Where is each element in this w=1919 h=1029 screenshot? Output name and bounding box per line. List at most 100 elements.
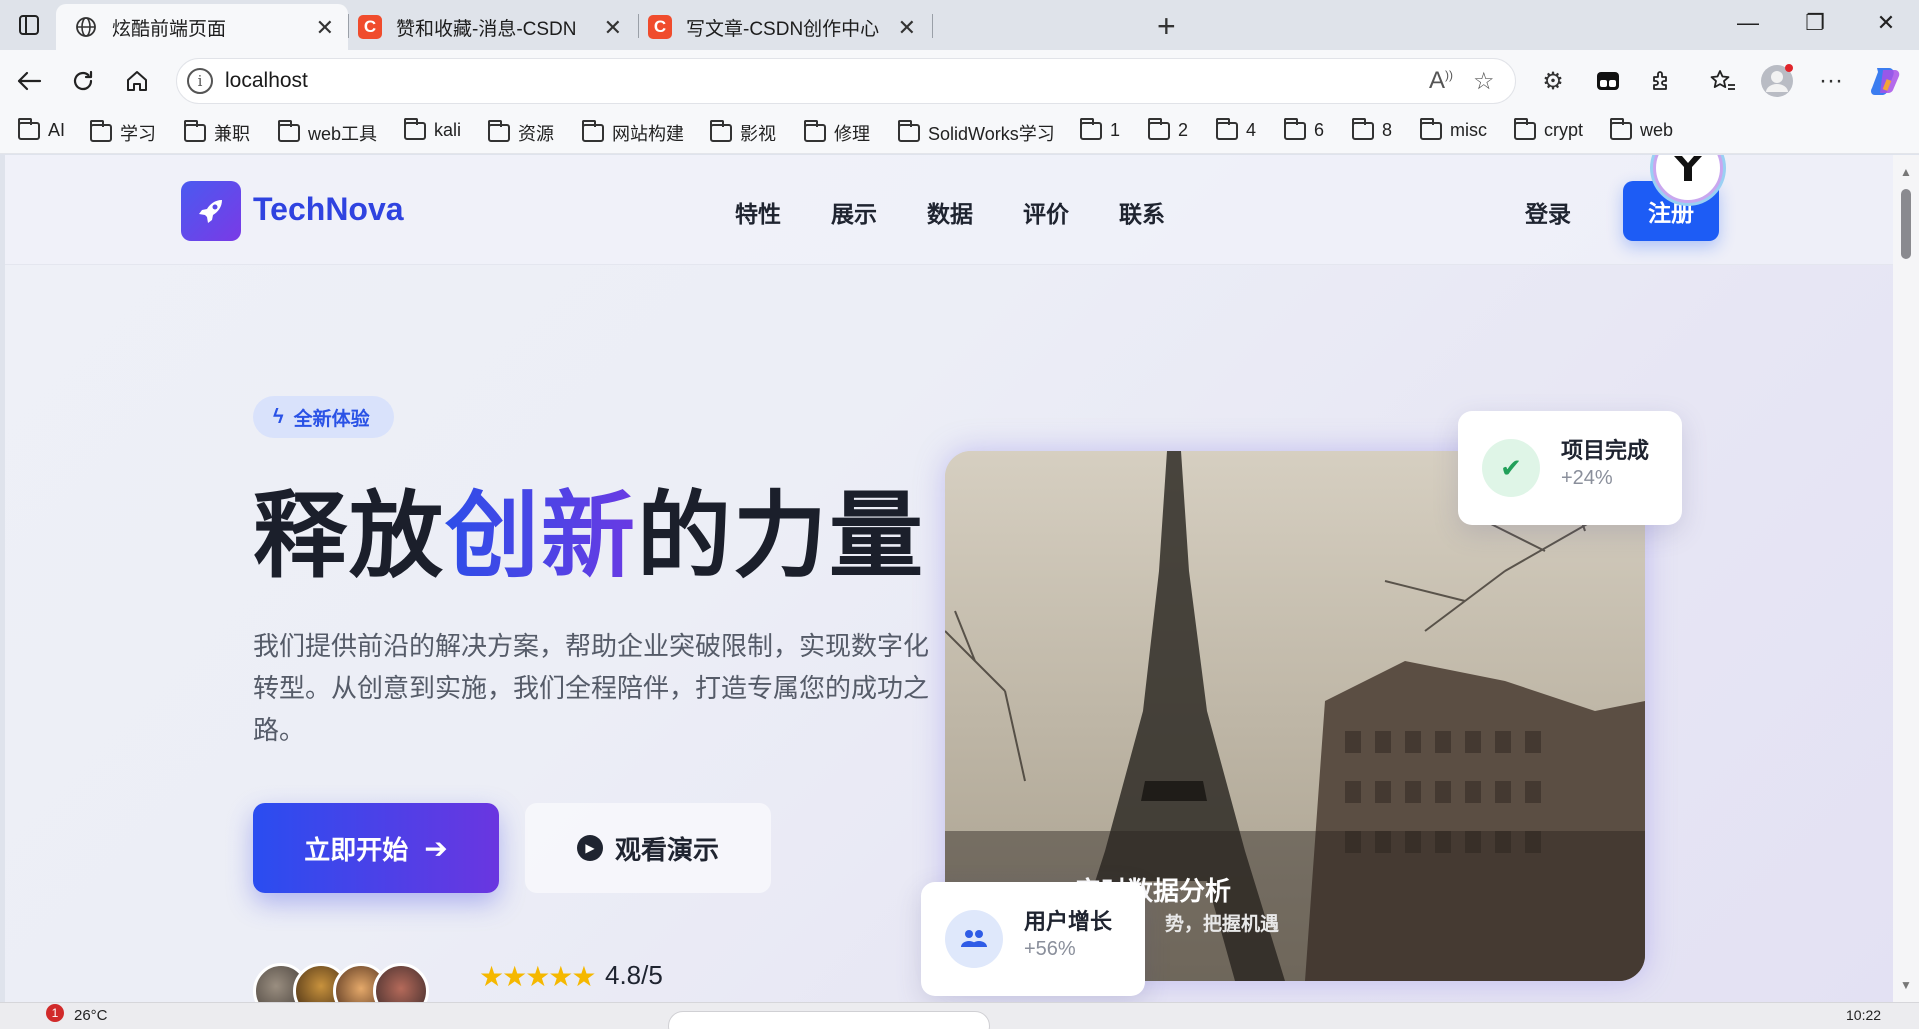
bookmark-item[interactable]: 兼职 (184, 120, 250, 146)
nav-features[interactable]: 特性 (735, 195, 781, 229)
tab-title: 炫酷前端页面 (112, 18, 227, 40)
window-close-icon[interactable]: ✕ (1866, 10, 1906, 36)
folder-icon (1148, 117, 1170, 140)
bookmark-item[interactable]: web工具 (278, 120, 377, 146)
folder-icon (1284, 117, 1306, 140)
rating-stars: ★★★★★ (479, 961, 597, 992)
bookmark-item[interactable]: 8 (1352, 117, 1392, 141)
hero-description: 我们提供前沿的解决方案，帮助企业突破限制，实现数字化转型。从创意到实施，我们全程… (253, 631, 930, 745)
bookmark-item[interactable]: 网站构建 (582, 120, 684, 146)
scroll-up-icon[interactable]: ▲ (1900, 165, 1912, 179)
bookmark-item[interactable]: crypt (1514, 117, 1583, 141)
close-icon[interactable]: ✕ (604, 15, 622, 41)
nav-data[interactable]: 数据 (927, 195, 973, 229)
bookmark-item[interactable]: misc (1420, 117, 1487, 141)
arrow-right-icon: ➔ (424, 832, 448, 864)
check-icon: ✔ (1482, 439, 1540, 497)
bookmark-item[interactable]: 修理 (804, 120, 870, 146)
user-growth-card: 用户增长 +56% (921, 882, 1145, 996)
extension-icon[interactable]: ⚙ (1534, 62, 1572, 100)
folder-icon (1420, 117, 1442, 140)
bookmark-item[interactable]: 6 (1284, 117, 1324, 141)
folder-icon (404, 117, 426, 140)
login-link[interactable]: 登录 (1525, 195, 1571, 229)
favorite-star-icon[interactable]: ☆ (1473, 67, 1495, 96)
watch-demo-button[interactable]: ▶ 观看演示 (525, 803, 771, 893)
scroll-thumb[interactable] (1901, 189, 1911, 259)
tab-title: 写文章-CSDN创作中心 (686, 18, 880, 40)
folder-icon (90, 120, 112, 142)
bookmark-item[interactable]: web (1610, 117, 1673, 141)
address-bar[interactable]: i localhost A)) ☆ (176, 58, 1516, 104)
folder-icon (1080, 117, 1102, 140)
hero-title: 释放创新的力量 (253, 483, 926, 588)
back-icon[interactable] (12, 64, 46, 98)
bookmark-item[interactable]: 1 (1080, 117, 1120, 141)
collections-icon[interactable] (1589, 62, 1627, 100)
nav-reviews[interactable]: 评价 (1023, 195, 1069, 229)
weather-widget[interactable]: 26°C (74, 1007, 108, 1024)
profile-avatar[interactable] (1758, 62, 1796, 100)
folder-icon (488, 120, 510, 142)
tab-0[interactable]: 炫酷前端页面 ✕ (56, 4, 348, 50)
card-title: 项目完成 (1561, 438, 1650, 463)
folder-icon (582, 120, 604, 142)
home-icon[interactable] (120, 64, 154, 98)
new-experience-badge: ϟ 全新体验 (253, 396, 394, 438)
taskbar-search[interactable] (668, 1011, 990, 1029)
nav-contact[interactable]: 联系 (1119, 195, 1165, 229)
bookmark-item[interactable]: kali (404, 117, 461, 141)
site-header: TechNova 特性 展示 数据 评价 联系 登录 注册 (5, 155, 1893, 265)
csdn-icon: C (648, 15, 672, 39)
favorites-icon[interactable] (1704, 62, 1742, 100)
card-value: +56% (1024, 938, 1076, 960)
copilot-icon[interactable] (1866, 62, 1904, 100)
bookmarks-bar: AI 学习 兼职 web工具 kali 资源 网站构建 影视 修理 SolidW… (0, 112, 1919, 154)
read-aloud-icon[interactable]: A)) (1429, 67, 1453, 95)
scroll-down-icon[interactable]: ▼ (1900, 978, 1912, 992)
new-tab-icon[interactable]: + (1157, 8, 1176, 45)
folder-icon (184, 120, 206, 142)
clock[interactable]: 10:22 (1846, 1007, 1881, 1023)
play-icon: ▶ (576, 835, 603, 861)
bookmark-item[interactable]: 学习 (90, 120, 156, 146)
image-subcaption: 势，把握机遇 (1165, 914, 1280, 935)
bookmark-item[interactable]: 影视 (710, 120, 776, 146)
folder-icon (1514, 117, 1536, 140)
folder-icon (1352, 117, 1374, 140)
folder-icon (1610, 117, 1632, 140)
folder-icon (1216, 117, 1238, 140)
rocket-icon[interactable] (181, 181, 241, 241)
bookmark-item[interactable]: AI (18, 117, 65, 141)
tab-actions-icon[interactable] (16, 12, 42, 38)
scrollbar[interactable]: ▲ ▼ (1893, 155, 1919, 1002)
nav-showcase[interactable]: 展示 (831, 195, 877, 229)
bolt-icon: ϟ (273, 405, 284, 428)
users-icon (945, 910, 1003, 968)
close-icon[interactable]: ✕ (316, 15, 334, 41)
tab-1[interactable]: C 赞和收藏-消息-CSDN ✕ (340, 4, 636, 50)
card-value: +24% (1561, 467, 1613, 489)
project-complete-card: ✔ 项目完成 +24% (1458, 411, 1682, 525)
brand-name[interactable]: TechNova (253, 191, 404, 228)
more-menu-icon[interactable]: ··· (1812, 62, 1850, 100)
folder-icon (278, 120, 300, 142)
web-page: TechNova 特性 展示 数据 评价 联系 登录 注册 ϟ 全新体验 释放创… (5, 155, 1893, 1002)
bookmark-item[interactable]: 4 (1216, 117, 1256, 141)
rating-value: 4.8/5 (605, 960, 663, 990)
bookmark-item[interactable]: SolidWorks学习 (898, 120, 1055, 146)
address-text[interactable]: localhost (225, 69, 308, 93)
restore-icon[interactable]: ❐ (1795, 10, 1835, 36)
bookmark-item[interactable]: 资源 (488, 120, 554, 146)
bookmark-item[interactable]: 2 (1148, 117, 1188, 141)
extensions-puzzle-icon[interactable] (1643, 62, 1681, 100)
minimize-icon[interactable]: — (1728, 10, 1768, 36)
site-info-icon[interactable]: i (187, 68, 213, 94)
refresh-icon[interactable] (66, 64, 100, 98)
os-taskbar: 1 26°C 10:22 (0, 1002, 1919, 1029)
folder-icon (710, 120, 732, 142)
folder-icon (18, 117, 40, 140)
tab-2[interactable]: C 写文章-CSDN创作中心 ✕ (630, 4, 930, 50)
close-icon[interactable]: ✕ (898, 15, 916, 41)
get-started-button[interactable]: 立即开始 ➔ (253, 803, 499, 893)
